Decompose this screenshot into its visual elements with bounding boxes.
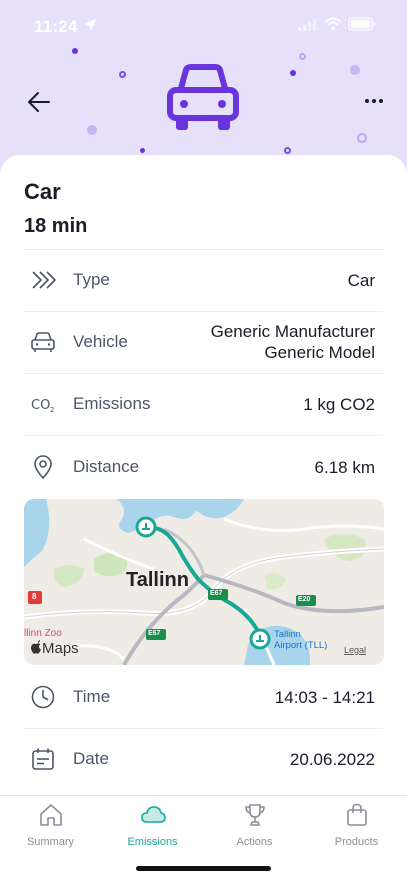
decor-dot (299, 53, 306, 60)
maps-brand-label: Maps (42, 640, 79, 657)
map-legal-link[interactable]: Legal (344, 645, 366, 655)
back-arrow-icon[interactable] (26, 90, 52, 114)
tab-actions[interactable]: Actions (204, 802, 305, 852)
airport-label-line1: Tallinn (274, 629, 301, 640)
trip-duration: 18 min (24, 215, 88, 237)
road-shield-e67-north: E67 (210, 590, 223, 597)
detail-value: Car (347, 271, 375, 290)
vehicle-model: Generic Model (264, 343, 375, 362)
detail-value: Generic Manufacturer Generic Model (211, 321, 375, 363)
decor-dot (119, 71, 126, 78)
detail-value: 14:03 - 14:21 (274, 688, 375, 707)
home-icon (39, 804, 62, 826)
co2-icon: CO 2 (31, 398, 54, 414)
detail-row-emissions: CO 2 Emissions 1 kg CO2 (24, 373, 383, 435)
vehicle-manufacturer: Generic Manufacturer (210, 322, 375, 341)
detail-value: 1 kg CO2 (303, 395, 375, 414)
decor-dot (140, 148, 145, 153)
more-options-icon[interactable] (360, 93, 388, 109)
location-arrow-icon (84, 19, 96, 31)
tab-label: Emissions (127, 836, 178, 848)
tab-label: Products (334, 836, 379, 848)
apple-logo-icon (31, 640, 41, 654)
map-zoo-label: llinn Zoo (24, 628, 62, 639)
decor-dot (357, 133, 367, 143)
decor-dot (284, 147, 291, 154)
detail-row-vehicle: Vehicle Generic Manufacturer Generic Mod… (24, 311, 383, 373)
detail-label: Type (73, 270, 110, 289)
home-indicator (136, 866, 271, 871)
road-shield-e20: E20 (298, 596, 311, 603)
detail-value: 20.06.2022 (289, 750, 375, 769)
detail-row-type: Type Car (24, 249, 383, 311)
tab-summary[interactable]: Summary (0, 802, 101, 852)
tab-label: Actions (236, 836, 273, 848)
trip-details-card: Car 18 min Type Car Vehicle Generic Manu… (0, 155, 407, 795)
decor-dot (350, 65, 360, 75)
map-city-label: Tallinn (126, 569, 189, 591)
detail-label: Distance (73, 457, 140, 476)
detail-row-date: Date 20.06.2022 (24, 728, 383, 790)
car-icon (167, 64, 239, 130)
signal-icon (298, 19, 316, 31)
chevrons-icon (32, 271, 56, 289)
decor-dot (72, 48, 78, 54)
svg-text:CO: CO (31, 398, 50, 413)
calendar-icon (32, 748, 54, 770)
tab-emissions[interactable]: Emissions (102, 802, 203, 852)
airport-label-line2: Airport (TLL) (274, 640, 328, 651)
map-airport-label: Tallinn Airport (TLL) (274, 629, 327, 651)
trophy-icon (244, 804, 265, 826)
tab-products[interactable]: Products (306, 802, 407, 852)
wifi-icon (324, 17, 342, 31)
decor-dot (87, 125, 97, 135)
trip-title: Car (24, 179, 61, 204)
road-shield-e67-south: E67 (148, 630, 161, 637)
status-bar: 11:24 (0, 0, 407, 48)
road-shield-8: 8 (32, 592, 37, 601)
maps-brand: Maps (30, 640, 79, 657)
header-hero: 11:24 (0, 0, 407, 175)
detail-label: Time (73, 687, 111, 706)
clock-icon (31, 685, 55, 709)
detail-value: 6.18 km (314, 458, 375, 477)
tab-label: Summary (26, 836, 75, 848)
svg-text:2: 2 (50, 406, 54, 414)
detail-label: Vehicle (73, 332, 128, 351)
detail-row-distance: Distance 6.18 km (24, 435, 383, 499)
detail-row-time: Time 14:03 - 14:21 (24, 666, 383, 728)
battery-icon (348, 17, 376, 31)
car-icon (31, 332, 55, 352)
decor-dot (290, 70, 296, 76)
status-time: 11:24 (34, 17, 78, 36)
detail-label: Date (73, 749, 109, 768)
shopping-bag-icon (346, 803, 367, 826)
detail-label: Emissions (73, 394, 151, 413)
route-map[interactable]: Tallinn Tallinn Airport (TLL) llinn Zoo … (24, 499, 384, 665)
location-pin-icon (34, 455, 52, 480)
cloud-icon (140, 806, 166, 823)
